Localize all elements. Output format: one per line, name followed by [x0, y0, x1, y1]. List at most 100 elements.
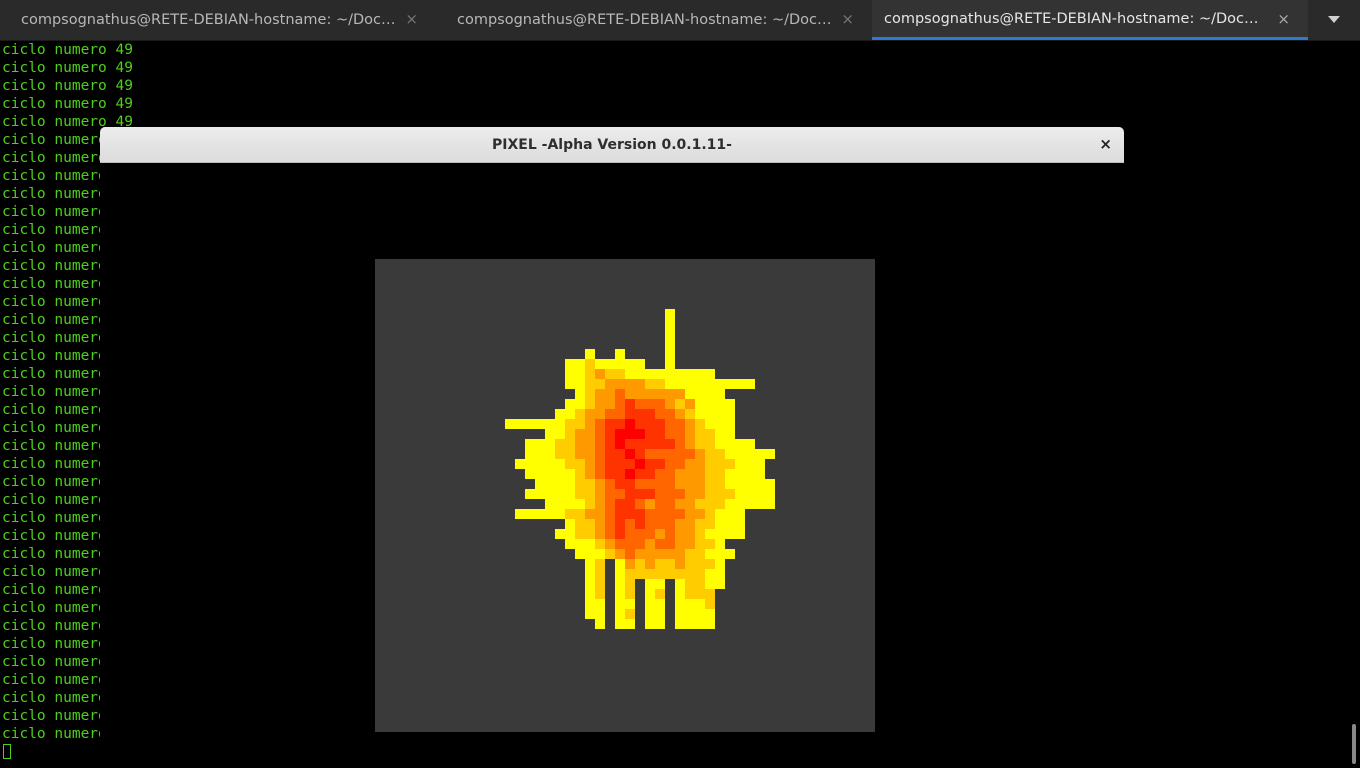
pixel-cell	[595, 499, 605, 509]
pixel-cell	[535, 459, 545, 469]
pixel-cell	[745, 499, 755, 509]
pixel-cell	[695, 389, 705, 399]
pixel-cell	[625, 619, 635, 629]
pixel-cell	[645, 559, 655, 569]
pixel-cell	[675, 619, 685, 629]
pixel-cell	[725, 519, 735, 529]
terminal-tab-2[interactable]: compsognathus@RETE-DEBIAN-hostname: ~/Do…	[436, 0, 872, 40]
pixel-cell	[705, 479, 715, 489]
close-icon[interactable]: ×	[841, 10, 854, 28]
pixel-cell	[565, 479, 575, 489]
scroll-thumb[interactable]	[1352, 724, 1356, 764]
pixel-cell	[565, 419, 575, 429]
terminal-tab-1[interactable]: compsognathus@RETE-DEBIAN-hostname: ~/Do…	[0, 0, 436, 40]
pixel-cell	[705, 429, 715, 439]
pixel-cell	[655, 409, 665, 419]
close-icon[interactable]: ×	[1099, 135, 1112, 153]
pixel-cell	[585, 549, 595, 559]
pixel-cell	[605, 479, 615, 489]
pixel-cell	[705, 569, 715, 579]
pixel-cell	[725, 459, 735, 469]
pixel-cell	[605, 489, 615, 499]
pixel-cell	[615, 539, 625, 549]
pixel-cell	[575, 359, 585, 369]
pixel-cell	[715, 489, 725, 499]
pixel-cell	[605, 499, 615, 509]
pixel-cell	[575, 529, 585, 539]
pixel-cell	[585, 419, 595, 429]
pixel-cell	[595, 489, 605, 499]
pixel-cell	[605, 439, 615, 449]
close-icon[interactable]: ×	[405, 10, 418, 28]
pixel-titlebar[interactable]: PIXEL -Alpha Version 0.0.1.11- ×	[100, 127, 1124, 163]
pixel-cell	[615, 599, 625, 609]
pixel-cell	[685, 489, 695, 499]
pixel-cell	[665, 569, 675, 579]
pixel-cell	[705, 469, 715, 479]
pixel-cell	[695, 589, 705, 599]
pixel-cell	[585, 459, 595, 469]
pixel-cell	[705, 609, 715, 619]
pixel-cell	[705, 619, 715, 629]
pixel-cell	[715, 569, 725, 579]
pixel-cell	[635, 409, 645, 419]
pixel-cell	[615, 439, 625, 449]
terminal-line: ciclo numero 49	[2, 42, 133, 58]
pixel-cell	[655, 599, 665, 609]
pixel-cell	[645, 409, 655, 419]
pixel-cell	[625, 569, 635, 579]
pixel-cell	[645, 569, 655, 579]
pixel-cell	[675, 489, 685, 499]
pixel-cell	[565, 499, 575, 509]
pixel-cell	[685, 449, 695, 459]
terminal-scrollbar[interactable]	[1346, 41, 1360, 768]
pixel-cell	[695, 469, 705, 479]
pixel-cell	[725, 379, 735, 389]
pixel-cell	[745, 469, 755, 479]
pixel-cell	[715, 479, 725, 489]
terminal-line: ciclo numero 49	[2, 78, 133, 94]
pixel-canvas[interactable]	[375, 259, 875, 732]
pixel-cell	[655, 499, 665, 509]
pixel-cell	[705, 369, 715, 379]
pixel-cell	[635, 549, 645, 559]
pixel-cell	[675, 459, 685, 469]
pixel-cell	[675, 439, 685, 449]
pixel-cell	[585, 519, 595, 529]
pixel-cell	[665, 309, 675, 319]
pixel-cell	[685, 579, 695, 589]
pixel-cell	[595, 469, 605, 479]
pixel-cell	[635, 529, 645, 539]
pixel-cell	[645, 609, 655, 619]
pixel-cell	[565, 489, 575, 499]
pixel-cell	[635, 569, 645, 579]
pixel-cell	[685, 539, 695, 549]
pixel-cell	[645, 399, 655, 409]
pixel-cell	[675, 609, 685, 619]
pixel-cell	[695, 579, 705, 589]
pixel-cell	[625, 559, 635, 569]
pixel-cell	[625, 579, 635, 589]
pixel-cell	[695, 599, 705, 609]
pixel-cell	[605, 409, 615, 419]
pixel-cell	[675, 379, 685, 389]
pixel-cell	[685, 599, 695, 609]
pixel-cell	[705, 389, 715, 399]
close-icon[interactable]: ×	[1277, 10, 1290, 28]
pixel-cell	[615, 589, 625, 599]
pixel-cell	[635, 419, 645, 429]
terminal-tab-3-active[interactable]: compsognathus@RETE-DEBIAN-hostname: ~/Do…	[872, 0, 1308, 40]
pixel-cell	[585, 569, 595, 579]
pixel-cell	[695, 419, 705, 429]
pixel-cell	[645, 539, 655, 549]
pixel-cell	[745, 379, 755, 389]
pixel-cell	[625, 429, 635, 439]
pixel-cell	[585, 589, 595, 599]
pixel-cell	[655, 459, 665, 469]
pixel-window: PIXEL -Alpha Version 0.0.1.11- ×	[100, 127, 1124, 768]
pixel-cell	[595, 439, 605, 449]
pixel-cell	[585, 439, 595, 449]
pixel-cell	[585, 539, 595, 549]
pixel-cell	[605, 549, 615, 559]
tab-menu-button[interactable]	[1308, 0, 1360, 40]
